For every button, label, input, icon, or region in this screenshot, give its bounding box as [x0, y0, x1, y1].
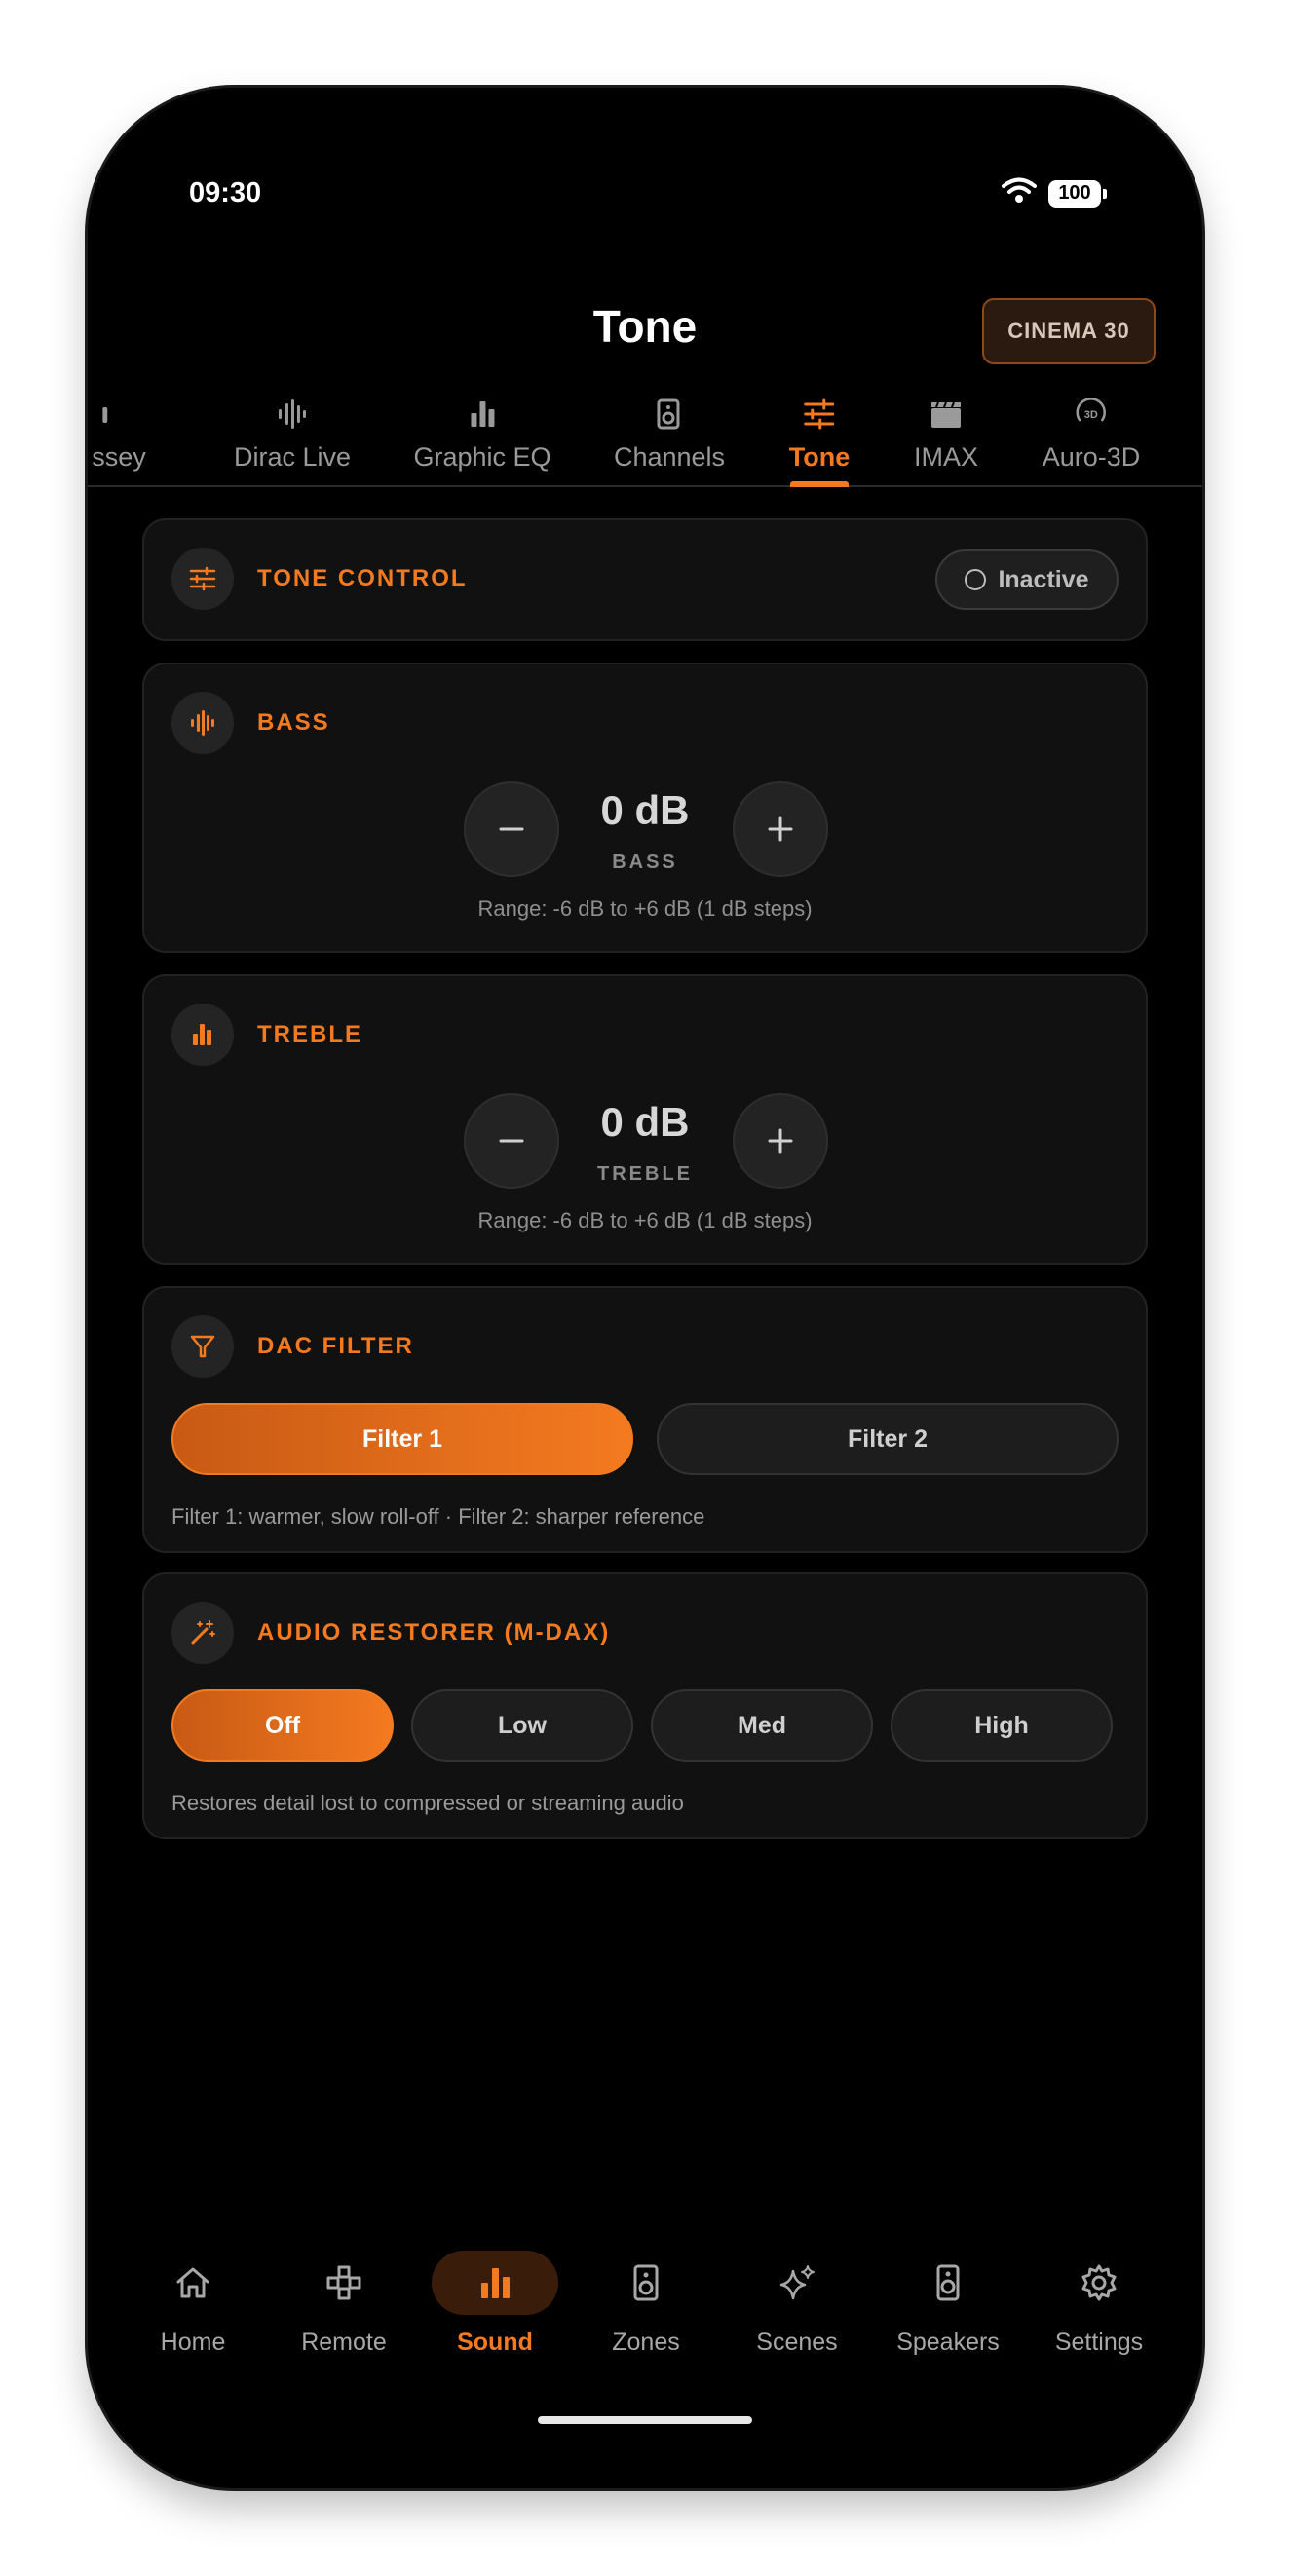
- tab-label: Tone: [788, 442, 851, 472]
- status-label: Inactive: [998, 565, 1089, 593]
- nav-label: Scenes: [756, 2329, 838, 2356]
- treble-value: 0 dB: [600, 1099, 690, 1145]
- tab-channels[interactable]: Channels: [614, 398, 725, 473]
- preset-badge[interactable]: CINEMA 30: [982, 298, 1156, 364]
- audio-restorer-card: AUDIO RESTORER (M-DAX) Off Low Med High …: [142, 1572, 1148, 1839]
- bass-range: Range: -6 dB to +6 dB (1 dB steps): [477, 896, 813, 921]
- nav-label: Settings: [1054, 2329, 1144, 2356]
- nav-label: Sound: [457, 2329, 533, 2356]
- bar-chart-icon: [171, 1004, 234, 1066]
- sliders-icon: [171, 548, 234, 610]
- bass-value: 0 dB: [600, 787, 690, 833]
- phone-frame: 09:30 100 Tone CINEMA 30 ssey Dirac Live…: [88, 88, 1202, 2488]
- status-time: 09:30: [189, 177, 262, 208]
- filter-icon: [171, 1315, 234, 1378]
- nav-speakers[interactable]: Speakers: [885, 2251, 1011, 2357]
- treble-range: Range: -6 dB to +6 dB (1 dB steps): [477, 1208, 813, 1232]
- nav-label: Remote: [301, 2329, 387, 2356]
- filter-2-option[interactable]: Filter 2: [657, 1403, 1119, 1475]
- treble-increase-button[interactable]: [733, 1093, 828, 1189]
- dac-filter-hint: Filter 1: warmer, slow roll-off · Filter…: [171, 1504, 705, 1529]
- restorer-off-option[interactable]: Off: [171, 1689, 394, 1762]
- 3d-rotate-icon: 3D: [1075, 398, 1108, 431]
- speakers-icon: [583, 2251, 709, 2315]
- bass-increase-button[interactable]: [733, 781, 828, 877]
- tab-label: Channels: [613, 442, 726, 472]
- nav-remote[interactable]: Remote: [281, 2251, 407, 2357]
- sparkles-icon: [734, 2251, 860, 2315]
- bar-chart-icon: [466, 398, 499, 431]
- nav-zones[interactable]: Zones: [583, 2251, 709, 2357]
- waveform-icon: [276, 398, 309, 431]
- tab-graphic-eq[interactable]: Graphic EQ: [413, 398, 551, 473]
- home-icon: [130, 2251, 256, 2315]
- bass-stepper: 0 dB BASS: [144, 781, 1146, 879]
- bar-chart-icon: [432, 2251, 558, 2315]
- nav-scenes[interactable]: Scenes: [734, 2251, 860, 2357]
- tone-control-card: TONE CONTROL Inactive: [142, 518, 1148, 641]
- active-tab-indicator: [790, 481, 849, 487]
- bass-card: BASS 0 dB BASS Range: -6 dB to +6 dB (1 …: [142, 663, 1148, 953]
- tone-control-toggle[interactable]: Inactive: [935, 549, 1119, 610]
- battery-icon: 100: [1048, 179, 1107, 208]
- svg-text:3D: 3D: [1084, 409, 1098, 421]
- tab-bar: ssey Dirac Live Graphic EQ Channels Tone…: [88, 398, 1202, 487]
- tab-dirac-live[interactable]: Dirac Live: [234, 398, 351, 473]
- tab-imax[interactable]: IMAX: [914, 398, 978, 473]
- treble-value-label: TREBLE: [597, 1163, 693, 1185]
- magic-wand-icon: [171, 1602, 234, 1664]
- nav-sound[interactable]: Sound: [432, 2251, 558, 2357]
- card-title: AUDIO RESTORER (M-DAX): [257, 1619, 611, 1646]
- home-indicator[interactable]: [538, 2416, 752, 2424]
- card-title: BASS: [257, 709, 330, 736]
- card-title: DAC FILTER: [257, 1333, 414, 1359]
- restorer-low-option[interactable]: Low: [411, 1689, 633, 1762]
- audio-restorer-hint: Restores detail lost to compressed or st…: [171, 1791, 684, 1815]
- tab-label: Auro-3D: [1042, 442, 1141, 472]
- card-title: TREBLE: [257, 1021, 362, 1047]
- restorer-med-option[interactable]: Med: [651, 1689, 873, 1762]
- bottom-nav: Home Remote Sound Zones Scenes Speakers …: [88, 2251, 1202, 2377]
- gear-icon: [1036, 2251, 1162, 2315]
- circle-icon: [965, 569, 987, 590]
- filter-1-option[interactable]: Filter 1: [171, 1403, 633, 1475]
- sliders-icon: [803, 398, 836, 431]
- nav-home[interactable]: Home: [130, 2251, 256, 2357]
- waveform-icon: [171, 692, 234, 754]
- restorer-high-option[interactable]: High: [891, 1689, 1113, 1762]
- nav-label: Speakers: [896, 2329, 1000, 2356]
- plus-icon: [768, 1128, 793, 1154]
- tab-label: Dirac Live: [233, 442, 352, 472]
- tab-tone[interactable]: Tone: [788, 398, 851, 473]
- nav-label: Home: [160, 2329, 226, 2356]
- dac-filter-card: DAC FILTER Filter 1 Filter 2 Filter 1: w…: [142, 1286, 1148, 1553]
- speaker-icon: [885, 2251, 1011, 2315]
- speaker-icon: [653, 398, 686, 431]
- bar-icon: [102, 398, 135, 431]
- clapperboard-icon: [930, 398, 963, 431]
- plus-icon: [768, 816, 793, 842]
- nav-settings[interactable]: Settings: [1036, 2251, 1162, 2357]
- tab-label: ssey: [92, 442, 146, 472]
- treble-card: TREBLE 0 dB TREBLE Range: -6 dB to +6 dB…: [142, 974, 1148, 1265]
- wifi-icon: [1002, 177, 1037, 209]
- tab-auro-3d[interactable]: 3D Auro-3D: [1042, 398, 1141, 473]
- tab-label: Graphic EQ: [413, 442, 551, 472]
- nav-label: Zones: [612, 2329, 680, 2356]
- bass-value-label: BASS: [612, 852, 678, 873]
- tab-label: IMAX: [913, 442, 979, 472]
- treble-stepper: 0 dB TREBLE: [144, 1093, 1146, 1191]
- gamepad-icon: [281, 2251, 407, 2315]
- status-icons: 100: [1002, 177, 1107, 209]
- card-title: TONE CONTROL: [257, 565, 468, 591]
- tab-audyssey[interactable]: ssey: [92, 398, 146, 473]
